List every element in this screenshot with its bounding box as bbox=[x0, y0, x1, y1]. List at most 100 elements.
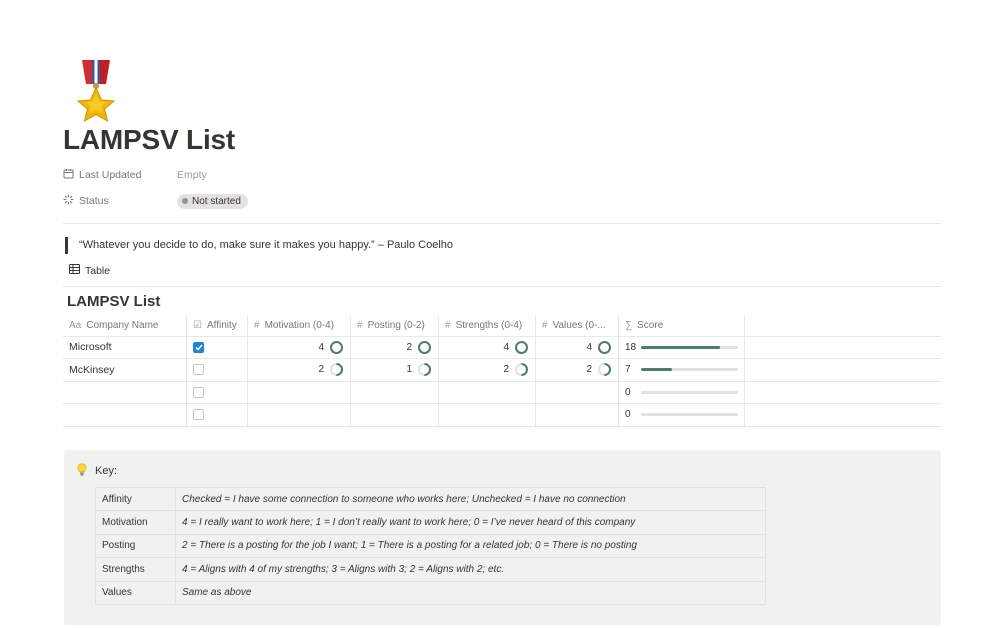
score-progress-fill bbox=[641, 345, 721, 349]
callout-heading: Key: bbox=[95, 465, 118, 477]
property-last-updated[interactable]: Last Updated Empty bbox=[63, 164, 207, 186]
formula-type-icon: ∑ bbox=[625, 319, 633, 331]
calendar-icon bbox=[63, 168, 79, 182]
column-header-name[interactable]: Aa Company Name bbox=[63, 315, 187, 336]
number-type-icon: # bbox=[357, 319, 363, 331]
column-header-strengths[interactable]: # Strengths (0-4) bbox=[439, 315, 536, 336]
status-value: Not started bbox=[192, 195, 241, 207]
progress-ring bbox=[597, 340, 612, 355]
cell-score[interactable]: 0 bbox=[619, 404, 745, 426]
progress-ring bbox=[329, 362, 344, 377]
status-spinner-icon bbox=[63, 194, 79, 208]
table-row[interactable]: 0 bbox=[63, 404, 941, 427]
affinity-checkbox[interactable] bbox=[193, 341, 204, 353]
database-table: Aa Company Name ☑ Affinity # Motivation (0-… bbox=[63, 314, 941, 427]
cell-values[interactable] bbox=[536, 381, 619, 403]
table-row[interactable]: Microsoft 4 2 4 4 18 bbox=[63, 336, 941, 359]
column-header-score[interactable]: ∑ Score bbox=[619, 315, 745, 336]
column-header-motivation[interactable]: # Motivation (0-4) bbox=[248, 315, 351, 336]
affinity-checkbox[interactable] bbox=[193, 364, 204, 376]
progress-ring bbox=[329, 340, 344, 355]
cell-values[interactable] bbox=[536, 404, 619, 426]
cell-company-name[interactable]: Microsoft bbox=[63, 336, 187, 358]
cell-posting[interactable]: 2 bbox=[351, 336, 439, 358]
status-dot bbox=[182, 198, 188, 204]
cell-motivation[interactable]: 2 bbox=[248, 359, 351, 381]
key-table: Affinity Checked = I have some connection… bbox=[95, 487, 766, 605]
number-type-icon: # bbox=[542, 319, 548, 331]
lightbulb-icon bbox=[77, 463, 87, 479]
cell-affinity bbox=[187, 381, 248, 403]
key-label: Motivation bbox=[96, 511, 176, 534]
property-label: Status bbox=[79, 195, 109, 207]
column-header-posting[interactable]: # Posting (0-2) bbox=[351, 315, 439, 336]
cell-company-name[interactable] bbox=[63, 404, 187, 426]
cell-values[interactable]: 2 bbox=[536, 359, 619, 381]
score-progress-bar bbox=[641, 390, 738, 394]
key-callout[interactable]: Key: Affinity Checked = I have some conne… bbox=[64, 450, 941, 625]
score-progress-bar bbox=[641, 345, 738, 349]
key-row: Values Same as above bbox=[96, 581, 766, 605]
cell-company-name[interactable]: McKinsey bbox=[63, 359, 187, 381]
cell-motivation[interactable]: 4 bbox=[248, 336, 351, 358]
cell-posting[interactable] bbox=[351, 381, 439, 403]
cell-strengths[interactable]: 4 bbox=[439, 336, 536, 358]
table-row[interactable]: 0 bbox=[63, 381, 941, 404]
cell-company-name[interactable] bbox=[63, 381, 187, 403]
status-badge[interactable]: Not started bbox=[177, 193, 248, 209]
cell-strengths[interactable] bbox=[439, 404, 536, 426]
cell-posting[interactable]: 1 bbox=[351, 359, 439, 381]
property-value[interactable]: Empty bbox=[177, 169, 207, 181]
military-medal-icon[interactable] bbox=[72, 58, 120, 124]
progress-ring bbox=[417, 340, 432, 355]
tab-table-view[interactable]: Table bbox=[69, 264, 110, 277]
checkbox-type-icon: ☑ bbox=[193, 319, 202, 331]
progress-ring bbox=[597, 362, 612, 377]
divider bbox=[63, 223, 941, 224]
affinity-checkbox[interactable] bbox=[193, 409, 204, 421]
key-row: Strengths 4 = Aligns with 4 of my strengt… bbox=[96, 558, 766, 582]
divider bbox=[63, 286, 941, 287]
cell-motivation[interactable] bbox=[248, 381, 351, 403]
cell-values[interactable]: 4 bbox=[536, 336, 619, 358]
cell-motivation[interactable] bbox=[248, 404, 351, 426]
progress-ring bbox=[417, 362, 432, 377]
key-row: Motivation 4 = I really want to work here… bbox=[96, 511, 766, 535]
score-progress-bar bbox=[641, 368, 738, 372]
key-description: 4 = I really want to work here; 1 = I do… bbox=[182, 517, 636, 529]
cell-strengths[interactable] bbox=[439, 381, 536, 403]
key-row: Posting 2 = There is a posting for the jo… bbox=[96, 534, 766, 559]
table-row[interactable]: McKinsey 2 1 2 2 7 bbox=[63, 359, 941, 382]
property-label: Last Updated bbox=[79, 169, 142, 181]
cell-score[interactable]: 18 bbox=[619, 336, 745, 358]
cell-score[interactable]: 7 bbox=[619, 359, 745, 381]
progress-ring bbox=[514, 340, 529, 355]
database-title[interactable]: LAMPSV List bbox=[67, 293, 160, 310]
key-label: Strengths bbox=[96, 558, 176, 581]
key-label: Values bbox=[96, 581, 176, 604]
score-progress-bar bbox=[641, 413, 738, 417]
text-type-icon: Aa bbox=[69, 319, 82, 331]
cell-score[interactable]: 0 bbox=[619, 381, 745, 403]
number-type-icon: # bbox=[445, 319, 451, 331]
table-header-row: Aa Company Name ☑ Affinity # Motivation (0-… bbox=[63, 314, 941, 337]
key-row: Affinity Checked = I have some connection… bbox=[96, 488, 766, 512]
cell-affinity bbox=[187, 336, 248, 358]
key-label: Affinity bbox=[96, 488, 176, 511]
column-header-affinity[interactable]: ☑ Affinity bbox=[187, 315, 248, 336]
score-progress-fill bbox=[641, 368, 672, 372]
cell-affinity bbox=[187, 359, 248, 381]
key-label: Posting bbox=[96, 534, 176, 558]
cell-posting[interactable] bbox=[351, 404, 439, 426]
cell-strengths[interactable]: 2 bbox=[439, 359, 536, 381]
key-description: Same as above bbox=[182, 587, 252, 599]
quote-block[interactable]: “Whatever you decide to do, make sure it… bbox=[65, 237, 453, 254]
column-header-values[interactable]: # Values (0-... bbox=[536, 315, 619, 336]
cell-affinity bbox=[187, 404, 248, 426]
progress-ring bbox=[514, 362, 529, 377]
affinity-checkbox[interactable] bbox=[193, 386, 204, 398]
page-title[interactable]: LAMPSV List bbox=[63, 124, 235, 156]
key-description: Checked = I have some connection to some… bbox=[182, 493, 626, 505]
table-icon bbox=[69, 264, 85, 277]
property-status[interactable]: Status Not started bbox=[63, 190, 248, 212]
